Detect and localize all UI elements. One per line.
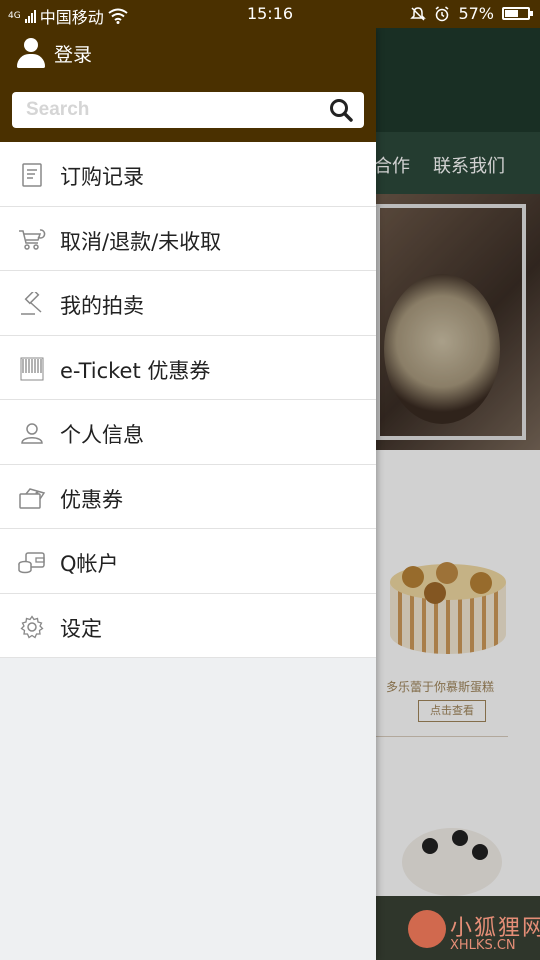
menu-item-my-auctions[interactable]: 我的拍卖: [0, 271, 376, 336]
menu-label: 个人信息: [60, 423, 144, 447]
menu-item-coupons[interactable]: 优惠券: [0, 464, 376, 529]
gavel-icon: [18, 291, 46, 317]
drawer-menu: 订购记录 取消/退款/未收取 我的拍卖 e-Ticket 优惠券 个人信息 优惠…: [0, 142, 376, 658]
receipt-icon: [18, 162, 46, 188]
login-label: 登录: [54, 43, 93, 66]
status-bar: 4G 中国移动 15:16 57%: [0, 0, 540, 28]
alarm-icon: [434, 5, 450, 22]
background-page: 合作 联系我们 多乐蕾于你慕斯蛋糕 点击查看: [376, 28, 540, 960]
navigation-drawer: 登录 订购记录 取消/退款/未收取 我的拍卖: [0, 28, 376, 960]
coupon-icon: [18, 485, 46, 511]
menu-label: 设定: [60, 616, 102, 641]
barcode-ticket-icon: [18, 356, 46, 382]
search-input[interactable]: [12, 92, 326, 128]
menu-label: Q帐户: [60, 552, 119, 576]
menu-label: 订购记录: [60, 165, 144, 189]
user-avatar-icon: [16, 38, 46, 68]
menu-label: e-Ticket 优惠券: [60, 358, 211, 383]
menu-item-eticket[interactable]: e-Ticket 优惠券: [0, 335, 376, 400]
battery-fill: [505, 10, 518, 17]
wallet-icon: [18, 549, 46, 575]
status-right: 57%: [410, 4, 533, 23]
menu-item-cancel-refund[interactable]: 取消/退款/未收取: [0, 206, 376, 271]
fox-logo-icon: [408, 910, 446, 948]
menu-label: 优惠券: [60, 487, 123, 512]
menu-item-q-account[interactable]: Q帐户: [0, 529, 376, 594]
battery-percent: 57%: [458, 4, 494, 23]
login-button[interactable]: 登录: [16, 38, 92, 68]
menu-label: 我的拍卖: [60, 294, 144, 318]
person-icon: [18, 420, 46, 446]
menu-label: 取消/退款/未收取: [60, 229, 222, 254]
search-bar[interactable]: [12, 92, 364, 128]
search-icon[interactable]: [326, 95, 356, 125]
menu-item-settings[interactable]: 设定: [0, 593, 376, 658]
drawer-header: 登录: [0, 28, 376, 142]
drawer-scrim[interactable]: [376, 28, 540, 960]
cart-refund-icon: [18, 227, 46, 253]
menu-item-personal-info[interactable]: 个人信息: [0, 400, 376, 465]
battery-icon: [502, 7, 533, 20]
mute-icon: [410, 6, 427, 22]
watermark: 小狐狸网 XHLKS.CN: [400, 900, 540, 960]
menu-item-order-history[interactable]: 订购记录: [0, 142, 376, 207]
gear-icon: [18, 614, 46, 640]
watermark-en: XHLKS.CN: [450, 938, 516, 953]
